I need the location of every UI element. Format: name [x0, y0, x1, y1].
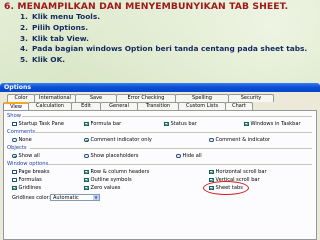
horizontal-scroll-bar-checkbox[interactable]: [209, 169, 214, 174]
option-label: Windows in Taskbar: [250, 121, 301, 127]
step-item: 3. Klik tab View.: [20, 34, 307, 45]
option-label: Comment indicator only: [90, 137, 152, 143]
gridlines-color-label: Gridlines color:: [12, 195, 51, 201]
step-item: 4. Pada bagian windows Option beri tanda …: [20, 44, 307, 55]
step-text: Pilih Options.: [32, 22, 89, 32]
option-label: Row & column headers: [90, 169, 150, 175]
step-number: 3.: [20, 33, 28, 43]
outline-symbols-option[interactable]: Outline symbols: [84, 177, 132, 183]
tab-edit[interactable]: Edit: [71, 102, 101, 110]
option-label: Startup Task Pane: [18, 121, 64, 127]
option-label: Show placeholders: [90, 153, 139, 159]
formulas-checkbox[interactable]: [12, 177, 17, 182]
formula-bar-checkbox[interactable]: [84, 121, 89, 126]
step-text: Pada bagian windows Option beri tanda ce…: [32, 44, 308, 54]
group-divider: [22, 116, 312, 117]
step-item: 1. Klik menu Tools.: [20, 12, 307, 23]
step-number: 4.: [20, 44, 28, 54]
comment-indicator-only-radio[interactable]: [84, 137, 89, 142]
step-item: 2. Pilih Options.: [20, 23, 307, 34]
option-label: Outline symbols: [90, 177, 132, 183]
tab-row-2: View Calculation Edit General Transition…: [3, 102, 317, 111]
formulas-option[interactable]: Formulas: [12, 177, 42, 183]
gridlines-option[interactable]: Gridlines: [12, 185, 41, 191]
option-label: Zero values: [90, 185, 121, 191]
show-all-radio[interactable]: [12, 153, 17, 158]
group-divider: [34, 132, 312, 133]
horizontal-scroll-bar-option[interactable]: Horizontal scroll bar: [209, 169, 267, 175]
tab-custom-lists[interactable]: Custom Lists: [178, 102, 226, 110]
step-text: Klik OK.: [32, 55, 66, 65]
view-tab-panel: Show Startup Task Pane Formula bar Statu…: [3, 110, 317, 240]
chevron-down-icon[interactable]: ▼: [93, 195, 99, 200]
option-label: Comment & indicator: [215, 137, 271, 143]
status-bar-option[interactable]: Status bar: [164, 121, 197, 127]
step-item: 5. Klik OK.: [20, 55, 307, 66]
sheet-tabs-highlight-circle: [203, 181, 249, 195]
page-breaks-option[interactable]: Page breaks: [12, 169, 50, 175]
option-label: Show all: [18, 153, 40, 159]
show-group-label: Show: [7, 113, 21, 119]
page-breaks-checkbox[interactable]: [12, 169, 17, 174]
comments-none-radio[interactable]: [12, 137, 17, 142]
zero-values-checkbox[interactable]: [84, 185, 89, 190]
dialog-titlebar[interactable]: Options: [0, 83, 320, 92]
tab-spelling[interactable]: Spelling: [175, 94, 229, 102]
dialog-title: Options: [4, 83, 32, 91]
tab-international[interactable]: International: [34, 94, 76, 102]
show-all-option[interactable]: Show all: [12, 153, 40, 159]
option-label: Page breaks: [18, 169, 50, 175]
comment-and-indicator-radio[interactable]: [209, 137, 214, 142]
step-number: 2.: [20, 22, 28, 32]
group-divider: [48, 164, 312, 165]
tab-security[interactable]: Security: [228, 94, 274, 102]
tab-transition[interactable]: Transition: [137, 102, 179, 110]
options-dialog: Options Color International Save Error C…: [0, 83, 320, 240]
windows-in-taskbar-checkbox[interactable]: [244, 121, 249, 126]
group-divider: [30, 148, 312, 149]
row-column-headers-option[interactable]: Row & column headers: [84, 169, 149, 175]
hide-all-option[interactable]: Hide all: [176, 153, 202, 159]
zero-values-option[interactable]: Zero values: [84, 185, 120, 191]
startup-task-pane-option[interactable]: Startup Task Pane: [12, 121, 64, 127]
comment-indicator-only-option[interactable]: Comment indicator only: [84, 137, 152, 143]
step-text: Klik menu Tools.: [32, 12, 101, 21]
tab-general[interactable]: General: [100, 102, 138, 110]
gridlines-color-value: Automatic: [53, 195, 79, 201]
option-label: Hide all: [182, 153, 202, 159]
outline-symbols-checkbox[interactable]: [84, 177, 89, 182]
startup-task-pane-checkbox[interactable]: [12, 121, 17, 126]
windows-in-taskbar-option[interactable]: Windows in Taskbar: [244, 121, 301, 127]
step-number: 1.: [20, 12, 28, 21]
steps-list: 1. Klik menu Tools. 2. Pilih Options. 3. Kl…: [20, 12, 307, 66]
step-text: Klik tab View.: [32, 33, 89, 43]
row-column-headers-checkbox[interactable]: [84, 169, 89, 174]
tab-color[interactable]: Color: [7, 94, 35, 102]
comment-and-indicator-option[interactable]: Comment & indicator: [209, 137, 270, 143]
comments-group-label: Comments: [7, 129, 36, 135]
option-label: None: [18, 137, 32, 143]
objects-group-label: Objects: [7, 145, 27, 151]
tab-save[interactable]: Save: [75, 94, 117, 102]
hide-all-radio[interactable]: [176, 153, 181, 158]
gridlines-color-select[interactable]: Automatic ▼: [50, 194, 100, 201]
gridlines-checkbox[interactable]: [12, 185, 17, 190]
slide-heading: 6. MENAMPILKAN DAN MENYEMBUNYIKAN TAB SH…: [4, 1, 289, 12]
option-label: Formula bar: [90, 121, 122, 127]
option-label: Horizontal scroll bar: [215, 169, 267, 175]
formula-bar-option[interactable]: Formula bar: [84, 121, 121, 127]
window-options-group-label: Window options: [7, 161, 49, 167]
show-placeholders-radio[interactable]: [84, 153, 89, 158]
option-label: Formulas: [18, 177, 42, 183]
option-label: Status bar: [170, 121, 197, 127]
tab-calculation[interactable]: Calculation: [28, 102, 72, 110]
step-number: 5.: [20, 55, 28, 65]
tab-error-checking[interactable]: Error Checking: [116, 94, 176, 102]
tab-row-1: Color International Save Error Checking …: [3, 94, 317, 102]
option-label: Gridlines: [18, 185, 42, 191]
comments-none-option[interactable]: None: [12, 137, 32, 143]
show-placeholders-option[interactable]: Show placeholders: [84, 153, 138, 159]
status-bar-checkbox[interactable]: [164, 121, 169, 126]
tab-chart[interactable]: Chart: [225, 102, 253, 110]
